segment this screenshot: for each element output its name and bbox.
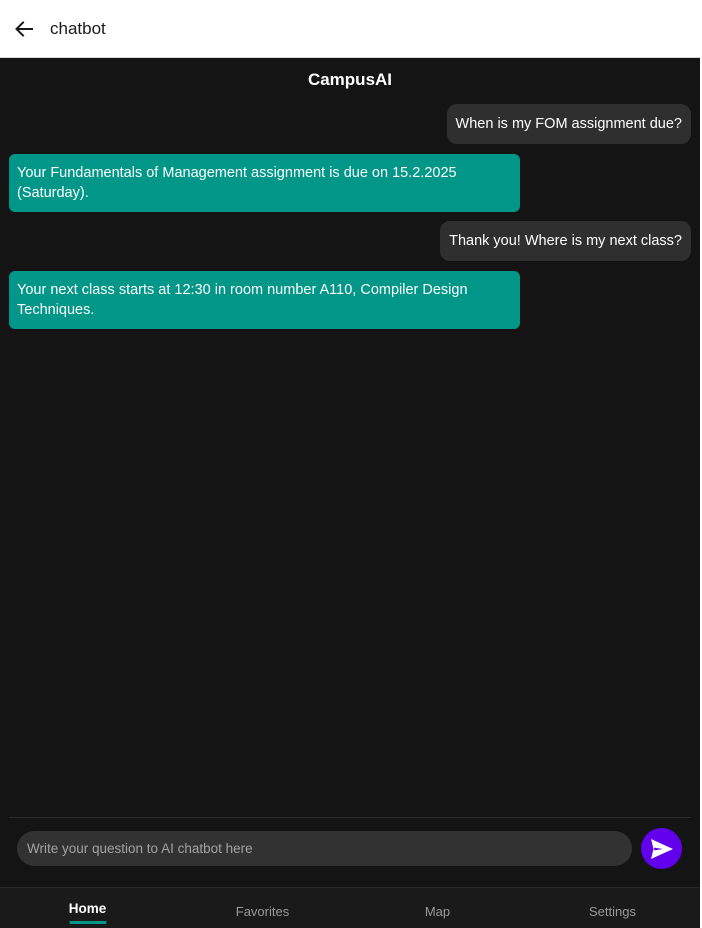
bottom-nav: Home Favorites Map Settings: [0, 887, 700, 928]
bot-message: Your next class starts at 12:30 in room …: [9, 271, 520, 329]
nav-map[interactable]: Map: [350, 888, 525, 928]
message-list: When is my FOM assignment due? Your Fund…: [9, 104, 691, 329]
app-bar: chatbot: [0, 0, 700, 58]
page-title: chatbot: [50, 18, 106, 38]
active-tab-indicator: [69, 921, 106, 924]
nav-favorites-label: Favorites: [235, 904, 290, 919]
question-input[interactable]: [17, 831, 632, 866]
arrow-left-icon: [15, 20, 33, 37]
input-divider: [9, 817, 691, 818]
nav-settings[interactable]: Settings: [525, 888, 700, 928]
user-message: When is my FOM assignment due?: [446, 104, 691, 144]
nav-settings-label: Settings: [589, 904, 636, 919]
back-button[interactable]: [11, 16, 37, 42]
bot-message: Your Fundamentals of Management assignme…: [9, 154, 520, 212]
chatbot-screen: chatbot CampusAI When is my FOM assignme…: [0, 0, 702, 928]
nav-map-label: Map: [424, 904, 451, 919]
send-button[interactable]: [641, 828, 682, 869]
nav-home-label: Home: [68, 901, 107, 916]
nav-favorites[interactable]: Favorites: [175, 888, 350, 928]
nav-home[interactable]: Home: [0, 888, 175, 928]
chat-header: CampusAI: [307, 70, 393, 89]
user-message: Thank you! Where is my next class?: [440, 221, 691, 261]
send-icon: [650, 838, 673, 859]
